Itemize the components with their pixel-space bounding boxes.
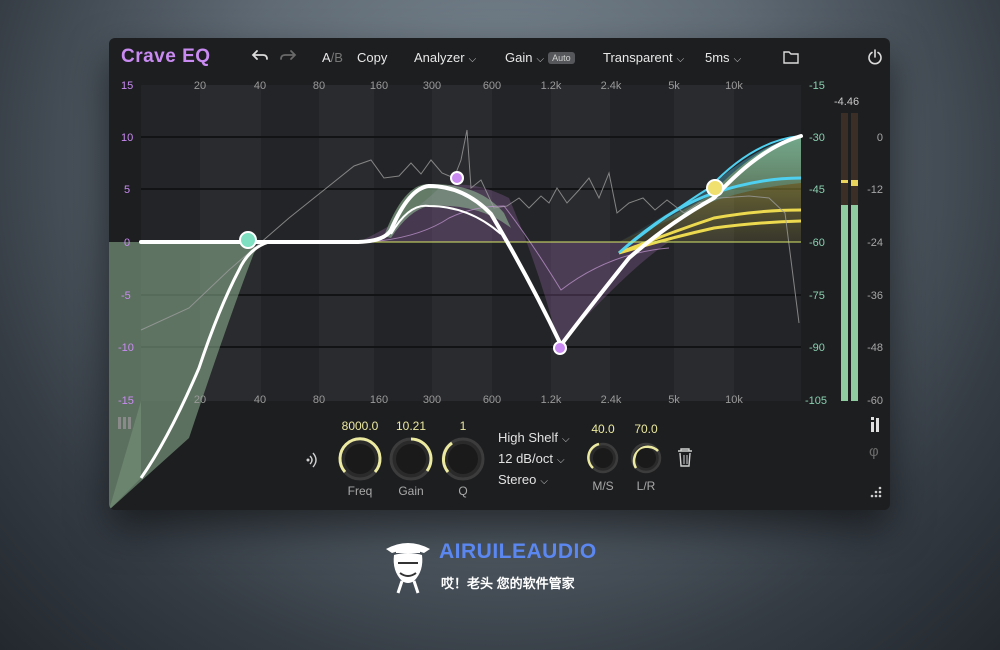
- freq-label: 300: [423, 80, 441, 92]
- db-label: -45: [809, 184, 825, 196]
- freq-label: 40: [254, 80, 266, 92]
- freq-label: 20: [194, 394, 206, 406]
- db-label: -15: [809, 80, 825, 92]
- freq-label: 1.2k: [541, 394, 562, 406]
- meter-peak-readout: -4.46: [834, 96, 859, 108]
- phase-icon[interactable]: φ: [869, 443, 879, 460]
- meter-bar-left: [841, 205, 848, 401]
- filter-type-dropdown[interactable]: High Shelf ⌵: [498, 430, 570, 445]
- q-knob[interactable]: [441, 437, 485, 481]
- mascot-logo: [386, 543, 430, 594]
- ms-label: M/S: [592, 479, 614, 493]
- freq-label: 40: [254, 394, 266, 406]
- freq-label: 160: [370, 80, 388, 92]
- gain-label: Gain: [398, 484, 424, 498]
- freq-label: 5k: [668, 80, 680, 92]
- freq-label: 10k: [725, 80, 743, 92]
- channel-value: Stereo: [498, 472, 537, 487]
- freq-label: 5k: [668, 394, 680, 406]
- plugin-window: Crave EQ A/B Copy Analyzer ⌵ Gain ⌵ Auto Tr…: [109, 38, 890, 510]
- meter-scale-label: -48: [867, 342, 883, 354]
- slope-value: 12 dB/oct: [498, 451, 553, 466]
- gain-knob[interactable]: [389, 437, 433, 481]
- freq-label: 20: [194, 80, 206, 92]
- trash-icon[interactable]: [678, 448, 692, 467]
- band-node-presence[interactable]: [450, 171, 464, 185]
- brand-subtitle: 哎！老头 您的软件管家: [441, 576, 575, 591]
- band-node-shelf[interactable]: [706, 179, 724, 197]
- ms-value[interactable]: 40.0: [583, 422, 623, 436]
- lr-value[interactable]: 70.0: [626, 422, 666, 436]
- brand-title: AIRUILEAUDIO: [439, 540, 597, 563]
- gain-label: -10: [118, 342, 134, 354]
- db-label: -90: [809, 342, 825, 354]
- db-label: -105: [805, 395, 827, 407]
- freq-label: 600: [483, 80, 501, 92]
- chevron-down-icon: ⌵: [561, 434, 570, 445]
- chevron-down-icon: ⌵: [540, 476, 548, 487]
- speaker-icon[interactable]: [306, 452, 317, 468]
- piano-icon[interactable]: [118, 417, 131, 429]
- chevron-down-icon: ⌵: [556, 455, 565, 466]
- band-node-lowcut[interactable]: [239, 231, 257, 249]
- freq-label: 600: [483, 394, 501, 406]
- resize-grip-icon[interactable]: [870, 486, 882, 498]
- slope-dropdown[interactable]: 12 dB/oct ⌵: [498, 451, 565, 466]
- db-label: -60: [809, 237, 825, 249]
- lr-knob[interactable]: [630, 442, 662, 474]
- freq-label: 1.2k: [541, 80, 562, 92]
- q-value[interactable]: 1: [438, 419, 488, 433]
- meter-scale-label: -12: [867, 184, 883, 196]
- lr-label: L/R: [636, 479, 656, 493]
- band-node-bell[interactable]: [553, 341, 567, 355]
- gain-label: -15: [118, 395, 134, 407]
- meter-scale-label: -60: [867, 395, 883, 407]
- db-label: -30: [809, 132, 825, 144]
- meter-mode-icon[interactable]: [871, 417, 879, 432]
- freq-label: 80: [313, 394, 325, 406]
- gain-label: 15: [121, 80, 133, 92]
- gain-value[interactable]: 10.21: [386, 419, 436, 433]
- output-meter: [841, 113, 858, 401]
- gain-label: 0: [124, 237, 130, 249]
- freq-label: Freq: [347, 484, 373, 498]
- gain-label: -5: [121, 290, 131, 302]
- filter-type-value: High Shelf: [498, 430, 558, 445]
- freq-label: 300: [423, 394, 441, 406]
- meter-scale-label: 0: [877, 132, 883, 144]
- meter-bar-right: [851, 205, 858, 401]
- ms-knob[interactable]: [587, 442, 619, 474]
- gain-label: 10: [121, 132, 133, 144]
- gain-label: 5: [124, 184, 130, 196]
- freq-knob[interactable]: [338, 437, 382, 481]
- freq-label: 2.4k: [601, 394, 622, 406]
- channel-dropdown[interactable]: Stereo ⌵: [498, 472, 548, 487]
- freq-label: 2.4k: [601, 80, 622, 92]
- meter-scale-label: -24: [867, 237, 883, 249]
- q-label: Q: [458, 484, 468, 498]
- db-label: -75: [809, 290, 825, 302]
- freq-label: 160: [370, 394, 388, 406]
- meter-scale-label: -36: [867, 290, 883, 302]
- analyzer-db-scale: -15 -30 -45 -60 -75 -90 -105: [805, 80, 827, 407]
- freq-value[interactable]: 8000.0: [335, 419, 385, 433]
- meter-scale: 0 -12 -24 -36 -48 -60: [867, 132, 883, 407]
- freq-label: 80: [313, 80, 325, 92]
- freq-label: 10k: [725, 394, 743, 406]
